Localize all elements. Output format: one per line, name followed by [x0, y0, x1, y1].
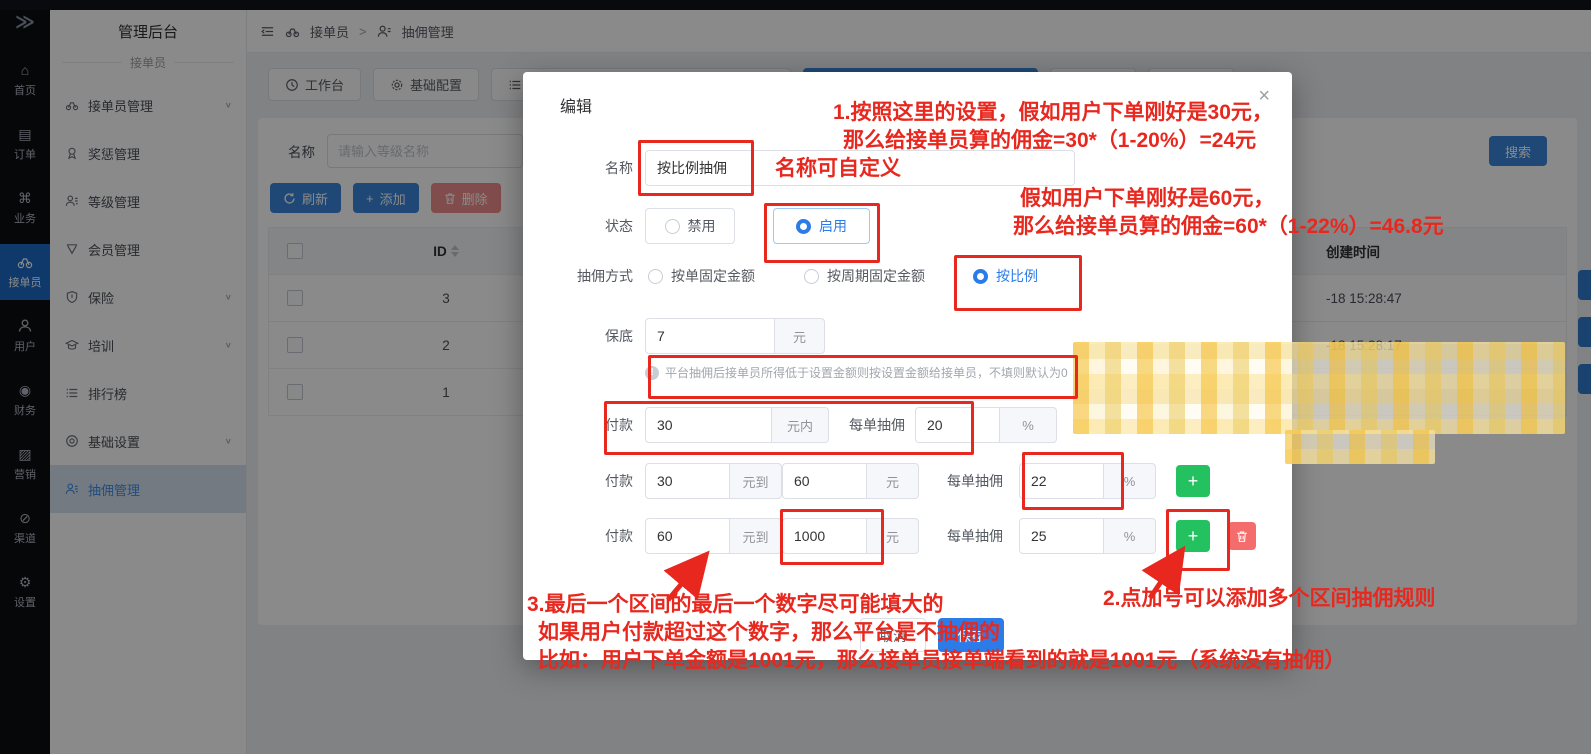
rate-label: 每单抽佣	[947, 526, 1003, 546]
unit-yuan-addon: 元	[867, 463, 919, 499]
admin-commission-edit-screen: { "colors":{"primary_blue":"#3a86dd","mo…	[0, 0, 1591, 754]
unit-yuan-addon: 元	[775, 318, 825, 354]
status-disabled-radio[interactable]: 禁用	[645, 208, 735, 244]
floor-hint-row: ! 平台抽佣后接单员所得低于设置金额则按设置金额给接单员，不填则默认为0	[523, 364, 1068, 381]
pay-label: 付款	[523, 526, 645, 546]
tier2-rate-input[interactable]	[1019, 463, 1104, 499]
censored-mosaic	[1073, 342, 1565, 434]
radio-off-icon	[648, 269, 663, 284]
rate-label: 每单抽佣	[947, 471, 1003, 491]
floor-input[interactable]	[645, 318, 775, 354]
tier1-limit-input[interactable]	[645, 407, 772, 443]
tier3-from-input[interactable]	[645, 518, 730, 554]
unit-to-addon: 元到	[730, 463, 782, 499]
close-icon[interactable]: ×	[1258, 86, 1270, 106]
add-tier-button[interactable]: +	[1176, 465, 1210, 497]
censored-mosaic	[1285, 430, 1435, 464]
radio-off-icon	[665, 219, 680, 234]
unit-within-addon: 元内	[772, 407, 829, 443]
rate-label: 每单抽佣	[849, 415, 905, 435]
tier-row-3: 付款 元到 元 每单抽佣 % +	[523, 518, 1256, 554]
radio-off-icon	[804, 269, 819, 284]
dialog-title: 编辑	[560, 93, 592, 117]
pay-label: 付款	[523, 471, 645, 491]
tier-row-2: 付款 元到 元 每单抽佣 % +	[523, 463, 1210, 499]
tier2-to-input[interactable]	[782, 463, 867, 499]
percent-addon: %	[1000, 407, 1057, 443]
trash-icon	[1236, 530, 1248, 543]
percent-addon: %	[1104, 518, 1156, 554]
status-enabled-radio[interactable]: 启用	[773, 208, 870, 244]
name-label: 名称	[523, 158, 645, 178]
info-icon: !	[645, 366, 659, 380]
floor-field-row: 保底 元	[523, 318, 825, 354]
status-field-row: 状态 禁用 启用	[523, 208, 870, 244]
tier2-from-input[interactable]	[645, 463, 730, 499]
cancel-button[interactable]: 取消	[860, 618, 926, 652]
pay-label: 付款	[523, 415, 645, 435]
remove-tier-button[interactable]	[1228, 522, 1256, 550]
tier3-rate-input[interactable]	[1019, 518, 1104, 554]
method-by-ratio-radio[interactable]: 按比例	[973, 266, 1038, 286]
save-button[interactable]: 保存	[938, 618, 1004, 652]
method-fixed-per-order-radio[interactable]: 按单固定金额	[648, 266, 755, 286]
tier-row-1: 付款 元内 每单抽佣 %	[523, 407, 1057, 443]
unit-to-addon: 元到	[730, 518, 782, 554]
percent-addon: %	[1104, 463, 1156, 499]
floor-label: 保底	[523, 326, 645, 346]
radio-on-icon	[973, 269, 988, 284]
floor-hint: ! 平台抽佣后接单员所得低于设置金额则按设置金额给接单员，不填则默认为0	[645, 364, 1068, 381]
method-fixed-per-period-radio[interactable]: 按周期固定金额	[804, 266, 925, 286]
name-input[interactable]	[645, 150, 1075, 186]
tier1-rate-input[interactable]	[915, 407, 1000, 443]
unit-yuan-addon: 元	[867, 518, 919, 554]
radio-on-icon	[796, 219, 811, 234]
method-field-row: 抽佣方式 按单固定金额 按周期固定金额 按比例	[523, 264, 1038, 288]
add-tier-button[interactable]: +	[1176, 520, 1210, 552]
tier3-to-input[interactable]	[782, 518, 867, 554]
method-label: 抽佣方式	[523, 266, 645, 286]
name-field-row: 名称	[523, 150, 1075, 186]
status-label: 状态	[523, 216, 645, 236]
